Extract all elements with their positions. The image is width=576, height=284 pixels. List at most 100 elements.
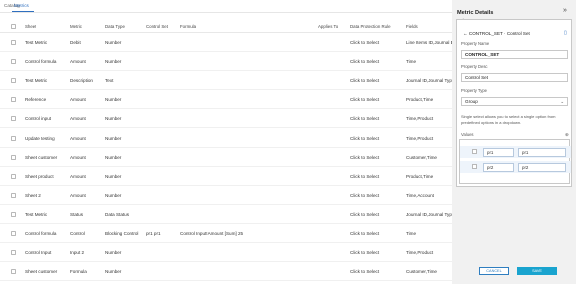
row-checkbox[interactable] <box>11 154 16 160</box>
tab-bar: Catalog Metrics <box>0 0 452 13</box>
values-label: Values <box>461 132 474 137</box>
row-checkbox[interactable] <box>11 116 16 122</box>
help-text: Single select allows you to select a sin… <box>461 114 556 125</box>
value-key-input[interactable]: pr2 <box>483 162 514 172</box>
value-checkbox[interactable] <box>472 149 477 154</box>
table-row[interactable]: Control Input Input 2 Number Click to Selec… <box>0 243 452 263</box>
cell-metric: Amount <box>70 59 86 65</box>
table-row[interactable]: Sheet 2 Amount Number Click to Select Time,A… <box>0 186 452 205</box>
col-fields[interactable]: Fields <box>406 24 418 30</box>
row-checkbox[interactable] <box>11 78 16 84</box>
cell-metric: Control <box>70 231 85 236</box>
cell-fields: Time,Account <box>406 192 434 198</box>
table-row[interactable]: Control input Amount Number Click to Select… <box>0 109 452 129</box>
row-checkbox[interactable] <box>11 211 16 217</box>
cell-fields: Product,Time <box>406 97 434 103</box>
row-checkbox[interactable] <box>11 250 16 256</box>
cell-data-protection-rule[interactable]: Click to Select <box>350 116 404 122</box>
row-checkbox[interactable] <box>11 59 16 65</box>
panel-title: Metric Details <box>457 10 494 16</box>
cell-metric: Amount <box>70 116 86 122</box>
cell-metric: Amount <box>70 154 86 160</box>
property-desc-input[interactable]: Control Set <box>461 73 568 82</box>
cell-fields: Time <box>406 59 417 65</box>
col-formula[interactable]: Formula <box>180 24 196 30</box>
row-checkbox[interactable] <box>11 40 16 45</box>
cell-data-type: Number <box>105 40 122 45</box>
table-row[interactable]: Sheet customer Amount Number Click to Selec… <box>0 148 452 167</box>
row-checkbox[interactable] <box>11 173 16 179</box>
table-row[interactable]: Test Metric Debit Number Click to Select Lin… <box>0 33 452 52</box>
cell-data-protection-rule[interactable]: Click to Select <box>350 78 404 84</box>
cell-sheet: Test Metric <box>25 40 48 45</box>
row-checkbox[interactable] <box>11 231 16 236</box>
value-label-input[interactable]: pr2 <box>518 162 566 172</box>
table-row[interactable]: Control formula Control Blocking Control pr… <box>0 224 452 243</box>
table-row[interactable]: Test Metric Status Data Status Click to Sel… <box>0 205 452 224</box>
cell-data-protection-rule[interactable]: Click to Select <box>350 155 404 161</box>
cell-sheet: Test Metric <box>25 211 48 217</box>
cell-metric: Debit <box>70 40 81 45</box>
delete-icon[interactable]: ▯ <box>564 30 567 36</box>
collapse-panel-icon[interactable]: » <box>563 7 567 14</box>
col-control-set[interactable]: Control Set <box>146 24 168 30</box>
cell-data-protection-rule[interactable]: Click to Select <box>350 174 404 180</box>
select-all-checkbox[interactable] <box>11 24 16 29</box>
tab-metrics[interactable]: Metrics <box>14 3 29 8</box>
row-checkbox[interactable] <box>11 192 16 198</box>
row-checkbox[interactable] <box>11 135 16 141</box>
cell-fields: Customer,Time <box>406 269 437 275</box>
property-name-input[interactable]: CONTROL_SET <box>461 50 568 59</box>
value-label-input[interactable]: pr1 <box>518 147 566 157</box>
cancel-button[interactable]: CANCEL <box>479 267 509 275</box>
col-metric[interactable]: Metric <box>70 24 82 30</box>
table-row[interactable]: Reference Amount Number Click to Select Prod… <box>0 90 452 110</box>
save-button[interactable]: SAVE <box>517 267 557 275</box>
cell-data-protection-rule[interactable]: Click to Select <box>350 250 404 256</box>
cell-fields: Time,Product <box>406 116 434 122</box>
cell-sheet: Update testing <box>25 135 55 141</box>
back-arrow-icon[interactable]: ← <box>463 31 468 36</box>
table-row[interactable]: Test Metric Description Text Click to Selec… <box>0 71 452 91</box>
row-checkbox[interactable] <box>11 97 16 103</box>
cell-data-type: Blocking Control <box>105 231 139 236</box>
cell-data-protection-rule[interactable]: Click to Select <box>350 59 404 65</box>
cell-sheet: Control formula <box>25 231 57 236</box>
value-row: pr1 pr1 <box>460 146 571 158</box>
cell-sheet: Sheet customer <box>25 269 58 275</box>
col-data-type[interactable]: Data Type <box>105 24 125 30</box>
col-applies-to[interactable]: Applies To <box>318 24 338 30</box>
row-checkbox[interactable] <box>11 269 16 275</box>
col-data-protection-rule[interactable]: Data Protection Rule <box>350 24 391 30</box>
value-key-input[interactable]: pr1 <box>483 147 514 157</box>
cell-sheet: Control input <box>25 116 52 122</box>
cell-fields: Line Items ID,Journal E <box>406 40 452 45</box>
cell-data-protection-rule[interactable]: Click to Select <box>350 40 404 46</box>
cell-data-type: Text <box>105 78 114 84</box>
table-row[interactable]: Sheet customer Formula Number Click to Sele… <box>0 262 452 282</box>
cell-sheet: Control formula <box>25 59 57 65</box>
cell-data-type: Number <box>105 192 122 198</box>
cell-data-protection-rule[interactable]: Click to Select <box>350 136 404 142</box>
col-sheet[interactable]: Sheet <box>25 24 36 30</box>
cell-data-protection-rule[interactable]: Click to Select <box>350 97 404 103</box>
cell-data-protection-rule[interactable]: Click to Select <box>350 193 404 199</box>
cell-data-protection-rule[interactable]: Click to Select <box>350 269 404 275</box>
cell-fields: Journal ID,Journal Type <box>406 78 452 84</box>
table-row[interactable]: Update testing Amount Number Click to Selec… <box>0 129 452 148</box>
property-type-value: Group <box>465 99 478 104</box>
cell-data-protection-rule[interactable]: Click to Select <box>350 212 404 218</box>
property-name-label: Property Name <box>461 41 490 46</box>
value-checkbox[interactable] <box>472 164 477 169</box>
cell-data-type: Data Status <box>105 211 130 217</box>
table-row[interactable]: Control formula Amount Number Click to Sele… <box>0 52 452 72</box>
cell-metric: Amount <box>70 135 86 141</box>
cell-metric: Formula <box>70 269 87 275</box>
table-row[interactable]: Sheet product Amount Number Click to Select… <box>0 167 452 186</box>
cell-sheet: Sheet customer <box>25 154 58 160</box>
cell-sheet: Test Metric <box>25 78 48 84</box>
cell-data-protection-rule[interactable]: Click to Select <box>350 231 404 237</box>
property-type-select[interactable]: Group ⌄ <box>461 97 568 106</box>
add-value-icon[interactable]: ⊕ <box>565 132 569 138</box>
cell-sheet: Control Input <box>25 250 52 256</box>
